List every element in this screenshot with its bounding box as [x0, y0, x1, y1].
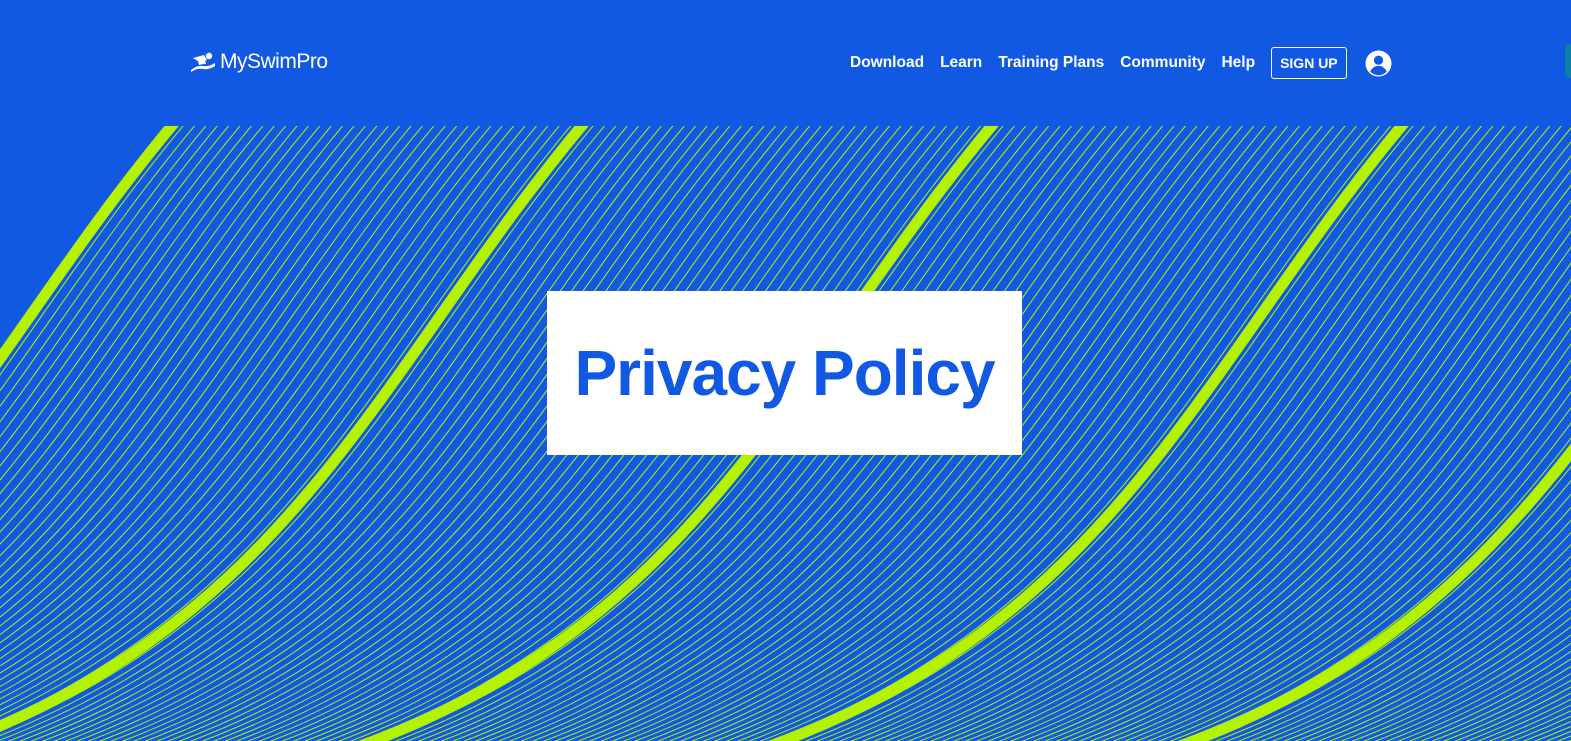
title-box: Privacy Policy [547, 291, 1022, 455]
nav-community[interactable]: Community [1120, 54, 1205, 72]
nav-learn[interactable]: Learn [940, 54, 982, 72]
nav-help[interactable]: Help [1221, 54, 1255, 72]
side-feedback-tab[interactable] [1565, 44, 1571, 78]
site-header: MySwimPro Download Learn Training Plans … [0, 0, 1571, 126]
nav-download[interactable]: Download [850, 54, 924, 72]
logo-text: MySwimPro [220, 50, 328, 73]
nav-training-plans[interactable]: Training Plans [998, 54, 1104, 72]
page-title: Privacy Policy [574, 337, 995, 409]
swimmer-icon [191, 52, 215, 72]
logo-link[interactable]: MySwimPro [190, 48, 328, 76]
page: MySwimPro Download Learn Training Plans … [0, 0, 1571, 741]
account-circle-icon[interactable] [1365, 50, 1392, 77]
sign-up-button[interactable]: SIGN UP [1271, 47, 1347, 79]
main-nav: Download Learn Training Plans Community … [850, 47, 1392, 79]
